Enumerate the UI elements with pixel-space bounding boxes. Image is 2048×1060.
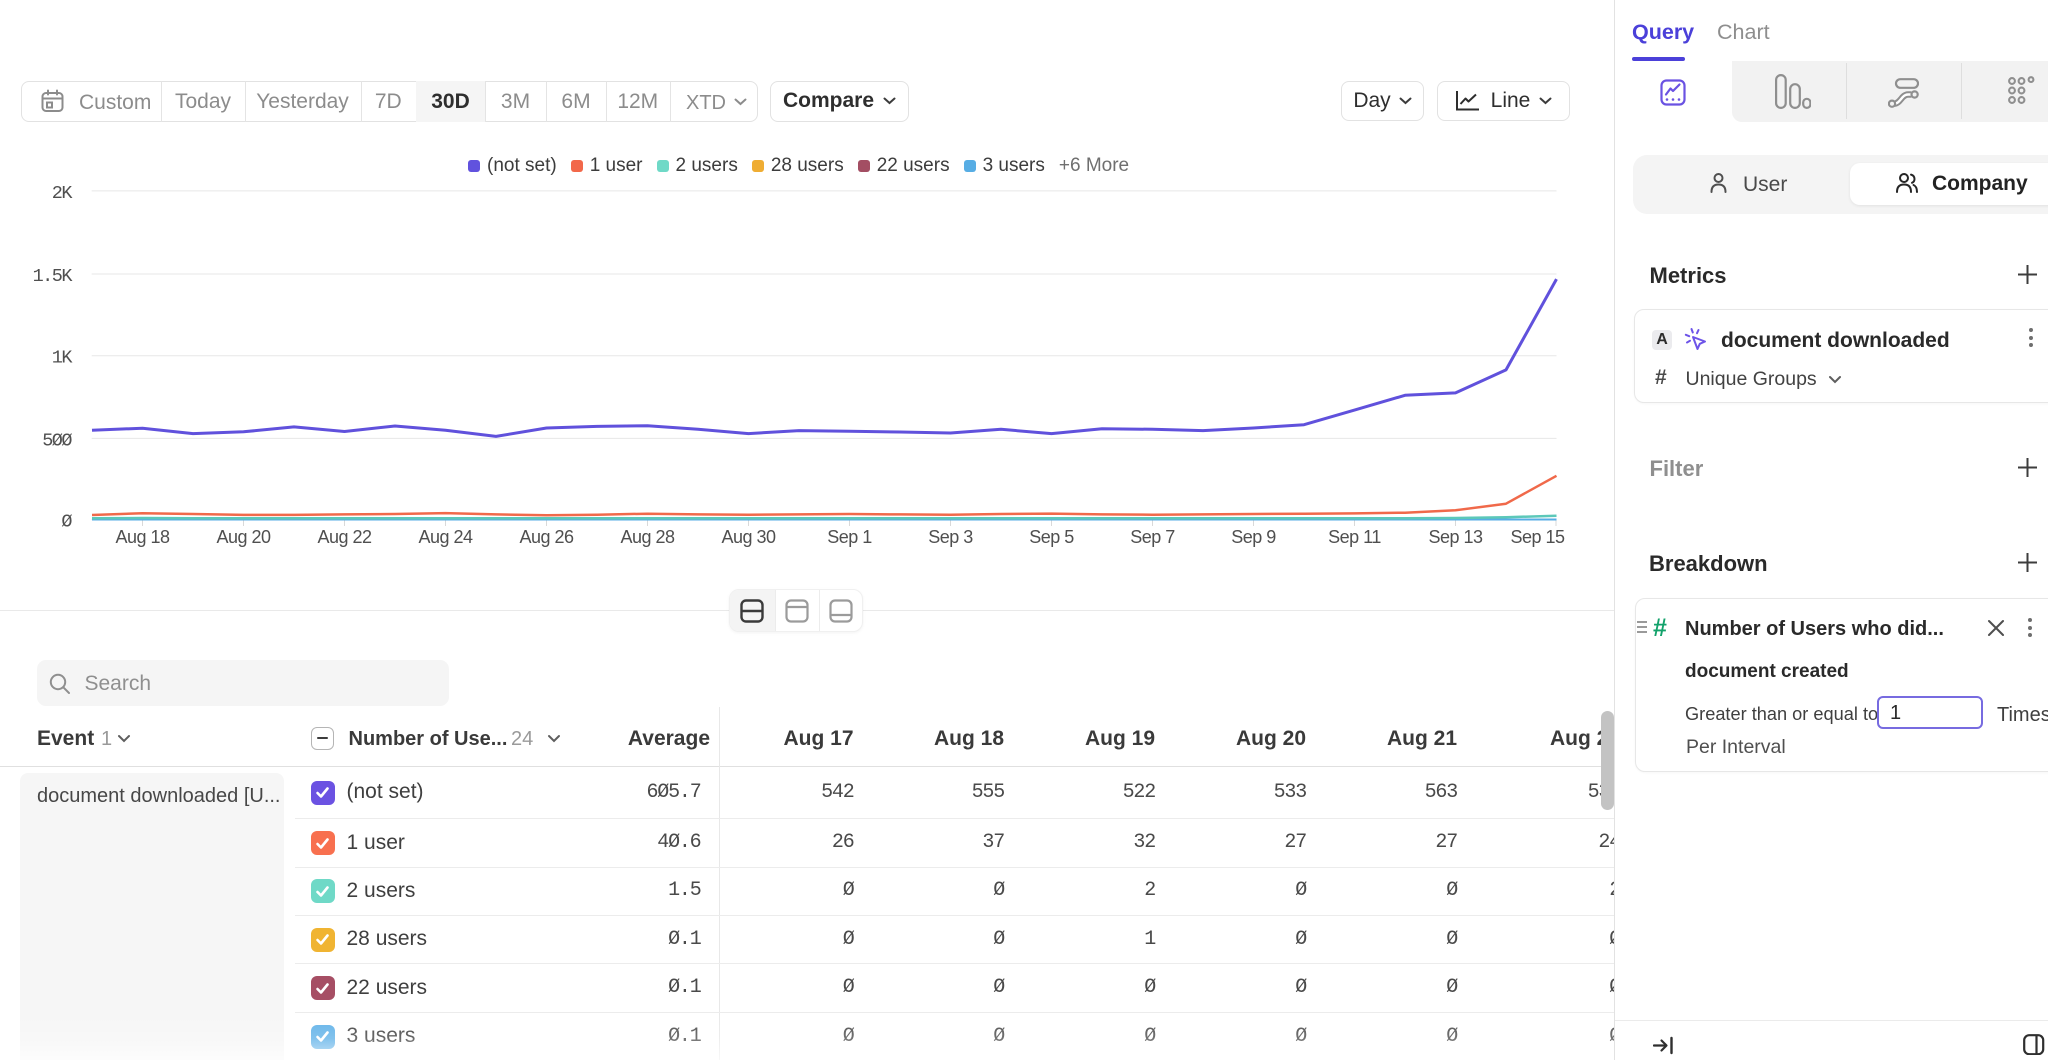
svg-text:Aug 20: Aug 20 xyxy=(216,527,271,547)
svg-text:Aug 18: Aug 18 xyxy=(115,527,170,547)
svg-text:Aug 22: Aug 22 xyxy=(317,527,372,547)
svg-text:Sep 3: Sep 3 xyxy=(928,527,973,547)
svg-text:Aug 28: Aug 28 xyxy=(620,527,675,547)
svg-text:1.5K: 1.5K xyxy=(33,266,74,287)
svg-text:Aug 30: Aug 30 xyxy=(721,527,776,547)
svg-text:2K: 2K xyxy=(52,183,74,204)
svg-text:Sep 15: Sep 15 xyxy=(1510,527,1565,547)
svg-text:Ø: Ø xyxy=(61,511,72,532)
svg-text:Sep 7: Sep 7 xyxy=(1130,527,1175,547)
svg-text:Aug 24: Aug 24 xyxy=(418,527,473,547)
svg-text:Sep 11: Sep 11 xyxy=(1328,527,1381,547)
svg-text:Aug 26: Aug 26 xyxy=(519,527,574,547)
svg-text:Sep 9: Sep 9 xyxy=(1231,527,1276,547)
svg-text:5ØØ: 5ØØ xyxy=(42,430,72,451)
svg-text:Sep 13: Sep 13 xyxy=(1428,527,1483,547)
svg-text:1K: 1K xyxy=(52,348,74,369)
svg-text:Sep 1: Sep 1 xyxy=(827,527,872,547)
svg-text:Sep 5: Sep 5 xyxy=(1029,527,1074,547)
